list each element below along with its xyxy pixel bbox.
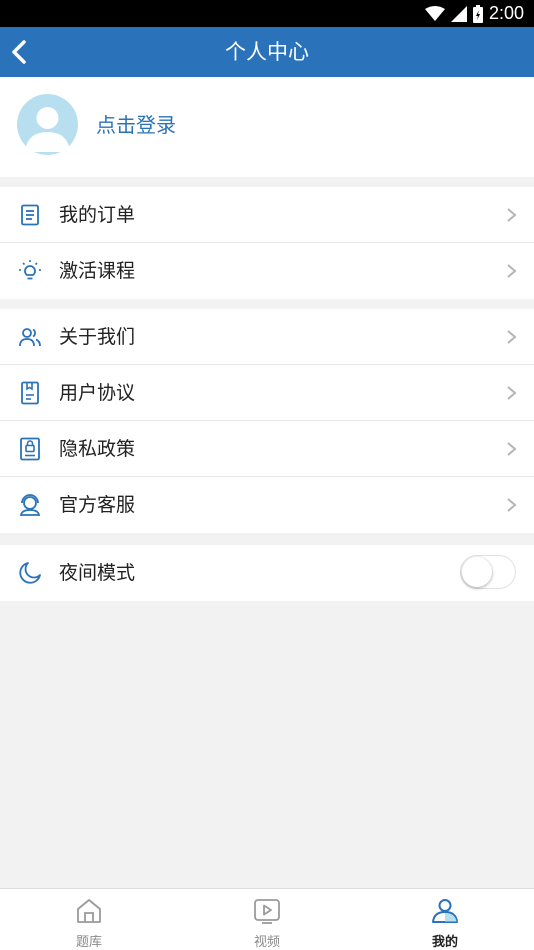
menu-item-about-us[interactable]: 关于我们 bbox=[0, 309, 534, 365]
people-icon bbox=[19, 328, 41, 347]
login-link[interactable]: 点击登录 bbox=[96, 109, 176, 138]
customer-service-icon bbox=[19, 494, 41, 516]
signal-icon bbox=[450, 5, 467, 22]
menu-item-label: 激活课程 bbox=[59, 260, 136, 282]
menu-item-label: 用户协议 bbox=[59, 382, 136, 404]
nav-label: 题库 bbox=[75, 935, 102, 950]
night-mode-label: 夜间模式 bbox=[59, 562, 136, 584]
menu-group-orders: 我的订单 激活课程 bbox=[0, 187, 534, 299]
lightbulb-icon bbox=[19, 260, 41, 280]
menu-item-activate-course[interactable]: 激活课程 bbox=[0, 243, 534, 299]
order-list-icon bbox=[21, 204, 39, 226]
menu-item-customer-service[interactable]: 官方客服 bbox=[0, 477, 534, 533]
menu-item-label: 隐私政策 bbox=[59, 438, 136, 460]
profile-icon bbox=[432, 899, 458, 923]
menu-item-label: 我的订单 bbox=[59, 204, 136, 226]
home-icon bbox=[77, 899, 101, 923]
chevron-right-icon bbox=[507, 386, 517, 400]
menu-item-user-agreement[interactable]: 用户协议 bbox=[0, 365, 534, 421]
page-title: 个人中心 bbox=[225, 40, 309, 64]
nav-tab-question-bank[interactable]: 题库 bbox=[0, 889, 178, 950]
avatar-person-icon bbox=[25, 107, 70, 152]
status-icons: 2:00 bbox=[424, 0, 524, 27]
wifi-icon bbox=[424, 5, 445, 21]
menu-item-label: 官方客服 bbox=[59, 494, 136, 516]
status-time: 2:00 bbox=[488, 3, 524, 23]
video-icon bbox=[254, 899, 280, 924]
nav-tab-mine[interactable]: 我的 bbox=[356, 889, 534, 950]
night-mode-toggle[interactable] bbox=[460, 555, 516, 589]
nav-label: 视频 bbox=[253, 935, 280, 950]
chevron-right-icon bbox=[507, 208, 517, 222]
bottom-nav: 题库 视频 我的 bbox=[0, 888, 534, 950]
chevron-right-icon bbox=[507, 264, 517, 278]
agreement-document-icon bbox=[21, 381, 39, 405]
menu-item-night-mode: 夜间模式 bbox=[0, 545, 534, 601]
menu-item-label: 关于我们 bbox=[59, 326, 136, 348]
battery-icon bbox=[472, 4, 483, 23]
chevron-right-icon bbox=[507, 330, 517, 344]
nav-tab-video[interactable]: 视频 bbox=[178, 889, 356, 950]
menu-group-info: 关于我们 用户协议 隐私政策 官方客服 bbox=[0, 309, 534, 533]
avatar[interactable] bbox=[17, 94, 78, 155]
chevron-right-icon bbox=[507, 442, 517, 456]
title-bar: 个人中心 bbox=[0, 27, 534, 77]
chevron-right-icon bbox=[507, 498, 517, 512]
menu-group-settings: 夜间模式 bbox=[0, 545, 534, 601]
profile-card: 点击登录 bbox=[0, 77, 534, 177]
nav-label: 我的 bbox=[431, 935, 458, 950]
menu-item-privacy-policy[interactable]: 隐私政策 bbox=[0, 421, 534, 477]
menu-item-orders[interactable]: 我的订单 bbox=[0, 187, 534, 243]
status-bar: 2:00 bbox=[0, 0, 534, 27]
privacy-lock-icon bbox=[20, 437, 40, 461]
moon-icon bbox=[19, 562, 41, 584]
toggle-knob bbox=[462, 557, 492, 587]
